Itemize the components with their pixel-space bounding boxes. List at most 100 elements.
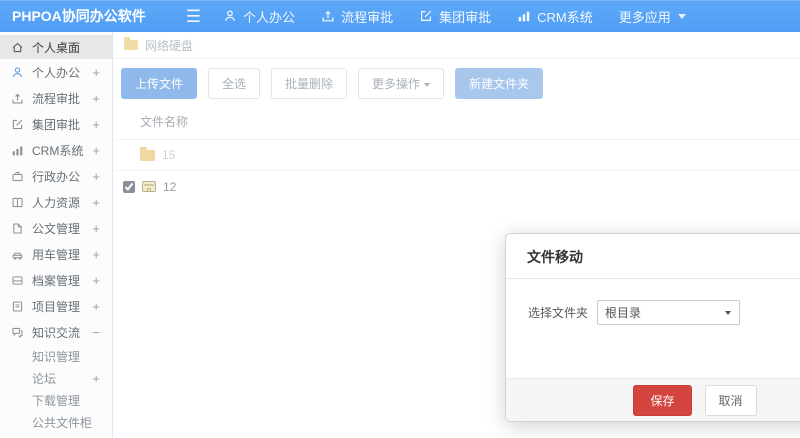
project-icon [12, 301, 23, 311]
folder-select[interactable]: 根目录 [597, 300, 741, 325]
expand-icon[interactable]: + [92, 65, 100, 80]
file-icon [13, 223, 22, 233]
cancel-button[interactable]: 取消 [704, 384, 757, 416]
topnav-personal-office[interactable]: 个人办公 [223, 7, 295, 26]
sidebar-submenu-knowledge: 知识管理 论坛 + 下载管理 公共文件柜 [0, 345, 112, 433]
folder-icon [140, 146, 155, 161]
sidebar-item-label: 个人桌面 [32, 40, 81, 55]
sidebar-subitem-label: 下载管理 [32, 393, 81, 408]
expand-icon[interactable]: + [92, 143, 100, 158]
user-icon [225, 10, 236, 21]
sidebar-item-vehicle-management[interactable]: 用车管理 + [0, 241, 112, 267]
expand-icon[interactable]: + [92, 91, 100, 106]
dialog-title: 文件移动 [506, 234, 800, 279]
sidebar-item-label: 项目管理 [32, 299, 81, 314]
expand-icon[interactable]: + [92, 371, 100, 386]
file-name: 12 [163, 179, 177, 194]
sidebar-item-label: 知识交流 [32, 325, 81, 340]
row-checkbox[interactable] [123, 180, 135, 193]
sidebar-item-knowledge-exchange[interactable]: 知识交流 − [0, 319, 112, 345]
save-button[interactable]: 保存 [633, 384, 692, 416]
sidebar-subitem-label: 知识管理 [32, 349, 81, 364]
more-operations-button[interactable]: 更多操作 [358, 68, 445, 99]
hamburger-menu-icon[interactable]: ☰ [186, 8, 201, 25]
caret-down-icon [424, 82, 431, 87]
sidebar-item-label: 个人办公 [32, 65, 81, 80]
sidebar: 个人桌面 个人办公 + 流程审批 + 集团审批 + CRM系统 + 行政办公 +… [0, 32, 113, 438]
folder-icon [124, 37, 138, 50]
new-folder-button[interactable]: 新建文件夹 [455, 68, 544, 99]
topbar: PHPOA协同办公软件 ☰ 个人办公 流程审批 集团审批 CRM系统 更多应用 [0, 0, 800, 32]
sidebar-item-admin-office[interactable]: 行政办公 + [0, 163, 112, 189]
dialog-body: 选择文件夹 根目录 [506, 279, 800, 325]
sidebar-subitem-label: 公共文件柜 [32, 415, 93, 430]
caret-down-icon [677, 13, 686, 19]
expand-icon[interactable]: + [92, 273, 100, 288]
topnav-group-approval[interactable]: 集团审批 [419, 7, 491, 26]
topnav-label: 更多应用 [618, 9, 671, 25]
topnav-label: CRM系统 [537, 9, 593, 25]
sidebar-item-label: 公文管理 [32, 221, 81, 236]
sidebar-subitem-download-management[interactable]: 下载管理 [0, 389, 112, 411]
archive-file-icon [142, 181, 156, 192]
sidebar-subitem-label: 论坛 [32, 371, 57, 386]
collapse-icon[interactable]: − [92, 325, 100, 340]
bar-chart-icon [12, 145, 23, 155]
upload-file-button[interactable]: 上传文件 [121, 68, 198, 99]
breadcrumb-label: 网络硬盘 [145, 38, 194, 53]
table-row-file-12[interactable]: 12 [114, 171, 800, 202]
breadcrumb: 网络硬盘 [114, 32, 800, 59]
topnav-more-apps[interactable]: 更多应用 [619, 7, 686, 26]
sidebar-item-crm-system[interactable]: CRM系统 + [0, 137, 112, 163]
more-operations-label: 更多操作 [372, 77, 421, 91]
workflow-icon [12, 93, 23, 104]
select-folder-label: 选择文件夹 [528, 306, 589, 320]
topnav-label: 集团审批 [439, 9, 492, 25]
folder-select-value: 根目录 [605, 306, 642, 320]
app-logo: PHPOA协同办公软件 [12, 8, 146, 24]
workflow-icon [322, 10, 334, 22]
topnav-crm-system[interactable]: CRM系统 [517, 7, 593, 26]
sidebar-item-human-resources[interactable]: 人力资源 + [0, 189, 112, 215]
topnav-label: 个人办公 [243, 9, 296, 25]
expand-icon[interactable]: + [92, 117, 100, 132]
car-icon [12, 252, 23, 260]
home-icon [12, 42, 23, 52]
expand-icon[interactable]: + [92, 299, 100, 314]
bar-chart-icon [518, 11, 530, 22]
sidebar-item-archive-management[interactable]: 档案管理 + [0, 267, 112, 293]
user-icon [12, 66, 23, 77]
batch-delete-button[interactable]: 批量删除 [271, 68, 348, 99]
sidebar-item-label: 人力资源 [32, 195, 81, 210]
expand-icon[interactable]: + [92, 221, 100, 236]
sidebar-item-group-approval[interactable]: 集团审批 + [0, 111, 112, 137]
table-row-folder-15[interactable]: 15 [114, 140, 800, 171]
sidebar-subitem-forum[interactable]: 论坛 + [0, 367, 112, 389]
chat-icon [12, 327, 23, 338]
sidebar-item-project-management[interactable]: 项目管理 + [0, 293, 112, 319]
sidebar-subitem-public-file-cabinet[interactable]: 公共文件柜 [0, 411, 112, 433]
sidebar-item-personal-desktop[interactable]: 个人桌面 [0, 35, 112, 59]
sidebar-item-label: 档案管理 [32, 273, 81, 288]
expand-icon[interactable]: + [92, 195, 100, 210]
file-toolbar: 上传文件 全选 批量删除 更多操作 新建文件夹 [114, 59, 800, 108]
file-name: 15 [162, 148, 176, 162]
sidebar-item-label: 流程审批 [32, 91, 81, 106]
sidebar-item-label: CRM系统 [32, 143, 84, 158]
sidebar-item-document-management[interactable]: 公文管理 + [0, 215, 112, 241]
expand-icon[interactable]: + [92, 169, 100, 184]
sidebar-item-workflow-approval[interactable]: 流程审批 + [0, 85, 112, 111]
topnav-label: 流程审批 [341, 9, 394, 25]
top-navigation: 个人办公 流程审批 集团审批 CRM系统 更多应用 [223, 7, 712, 26]
select-all-button[interactable]: 全选 [208, 68, 261, 99]
briefcase-icon [12, 171, 23, 181]
sidebar-item-personal-office[interactable]: 个人办公 + [0, 59, 112, 85]
book-icon [12, 197, 23, 207]
topnav-workflow-approval[interactable]: 流程审批 [321, 7, 393, 26]
sidebar-item-label: 行政办公 [32, 169, 81, 184]
sidebar-item-label: 用车管理 [32, 247, 81, 262]
dialog-footer: 保存 取消 [506, 378, 800, 421]
sidebar-subitem-knowledge-management[interactable]: 知识管理 [0, 345, 112, 367]
expand-icon[interactable]: + [92, 247, 100, 262]
edit-icon [421, 10, 432, 21]
